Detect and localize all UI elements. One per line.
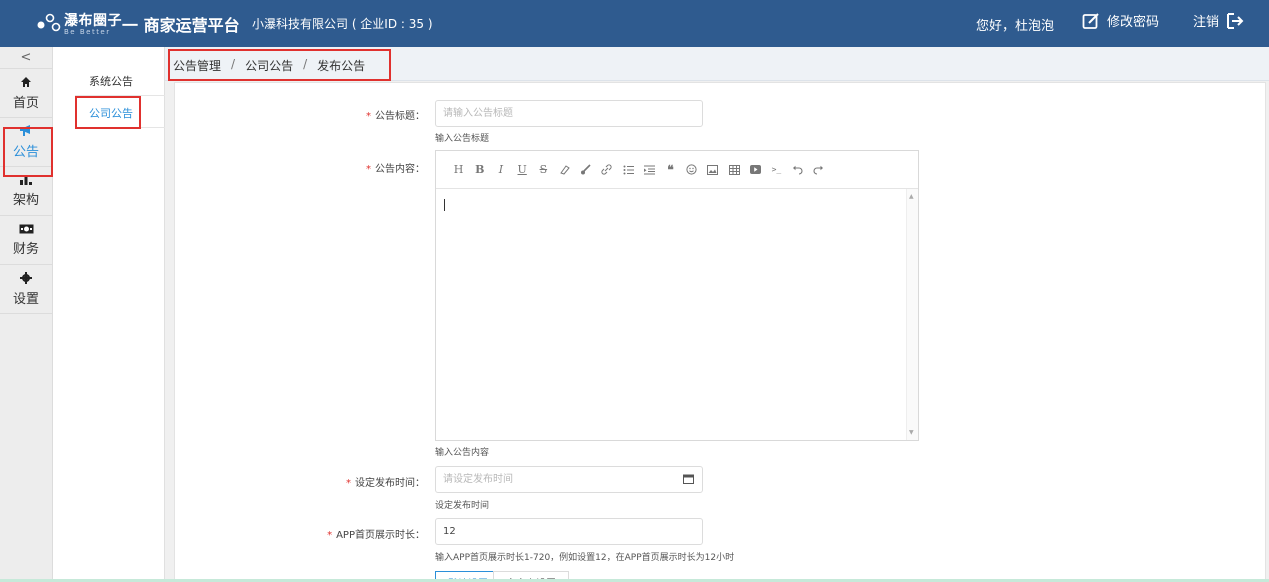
money-icon [19,224,33,233]
time-label: * 设定发布时间： [346,478,425,489]
rail-item-finance[interactable]: 财务 [0,216,52,265]
duration-label: * APP首页展示时长： [327,530,425,541]
logout-label: 注销 [1193,15,1220,30]
time-help: 设定发布时间 [435,501,490,511]
subnav-item-company[interactable]: 公司公告 [75,99,165,128]
logout-button[interactable]: 注销 [1193,11,1244,30]
edit-icon [1082,12,1099,29]
rail-label: 财务 [12,241,39,257]
italic-icon[interactable]: I [490,160,511,180]
rail-item-announcement[interactable]: 公告 [0,118,52,167]
editor-toolbar: H B I U S ❝ >_ [436,151,918,189]
strikethrough-icon[interactable]: S [533,160,554,180]
title-input[interactable] [435,100,703,127]
code-icon[interactable]: >_ [766,160,787,180]
scroll-down-icon[interactable]: ▼ [909,429,914,436]
rail-label: 公告 [12,145,39,160]
title-help: 输入公告标题 [435,134,490,144]
icon-rail: < 首页 公告 架构 财务 设置 [0,47,53,582]
logout-icon [1227,12,1244,29]
brush-icon[interactable] [575,160,596,180]
rail-item-structure[interactable]: 架构 [0,167,52,216]
redo-icon[interactable] [808,160,829,180]
duration-input[interactable] [435,518,703,545]
change-password-button[interactable]: 修改密码 [1082,11,1159,30]
link-icon[interactable] [596,160,617,180]
calendar-icon[interactable] [683,474,694,484]
subnav-item-system[interactable]: 系统公告 [75,67,165,96]
heading-icon[interactable]: H [448,160,469,180]
breadcrumb-separator: / [303,57,308,71]
logo-tagline: Be Better [64,28,111,36]
content-help: 输入公告内容 [435,448,490,458]
company-info: 小瀑科技有限公司 ( 企业ID : 35 ) [252,17,433,31]
megaphone-icon [20,125,30,136]
rail-label: 首页 [12,95,39,111]
indent-icon[interactable] [639,160,660,180]
image-icon[interactable] [702,160,723,180]
scroll-up-icon[interactable]: ▲ [909,193,914,200]
bold-icon[interactable]: B [469,160,490,180]
breadcrumb-item[interactable]: 公告管理 [173,57,221,74]
duration-help: 输入APP首页展示时长1-720，例如设置12，在APP首页展示时长为12小时 [435,553,735,563]
eraser-icon[interactable] [554,160,575,180]
bar-chart-icon [20,176,32,185]
rail-label: 设置 [12,291,39,307]
rail-item-home[interactable]: 首页 [0,69,52,118]
top-header: 瀑布圈子 Be Better 一 商家运营平台 小瀑科技有限公司 ( 企业ID … [0,0,1269,47]
video-icon[interactable] [745,160,766,180]
undo-icon[interactable] [787,160,808,180]
list-icon[interactable] [618,160,639,180]
platform-title: 一 商家运营平台 [122,16,240,35]
home-icon [21,76,31,87]
change-password-label: 修改密码 [1107,15,1160,30]
breadcrumb-item: 发布公告 [317,59,366,73]
breadcrumb-item[interactable]: 公司公告 [245,57,293,74]
rich-text-editor: H B I U S ❝ >_ ▲ ▼ [435,150,919,441]
emoji-icon[interactable] [681,160,702,180]
rail-label: 架构 [12,193,39,208]
content-label: * 公告内容： [366,164,425,175]
quote-icon[interactable]: ❝ [660,160,681,180]
breadcrumb: 公告管理 / 公司公告 / 发布公告 [173,57,365,74]
publish-time-input[interactable] [435,466,703,493]
user-greeting: 您好，杜泡泡 [976,19,1055,34]
form-panel: *公告标题： 输入公告标题 *公告内容： H B I U S ❝ >_ [174,82,1266,582]
gear-icon [20,271,32,284]
collapse-button[interactable]: < [0,47,52,69]
editor-content-area[interactable] [436,189,908,440]
text-caret [444,199,445,211]
breadcrumb-separator: / [231,57,236,71]
chevron-left-icon: < [20,50,32,65]
rail-item-settings[interactable]: 设置 [0,265,52,314]
breadcrumb-bar: 公告管理 / 公司公告 / 发布公告 [165,47,1269,81]
title-label: * 公告标题： [366,111,425,122]
editor-scrollbar[interactable]: ▲ ▼ [906,189,918,440]
logo-name: 瀑布圈子 [64,13,122,29]
sub-nav: 系统公告 公司公告 [53,47,165,582]
logo-icon [37,13,61,32]
underline-icon[interactable]: U [512,160,533,180]
table-icon[interactable] [723,160,744,180]
